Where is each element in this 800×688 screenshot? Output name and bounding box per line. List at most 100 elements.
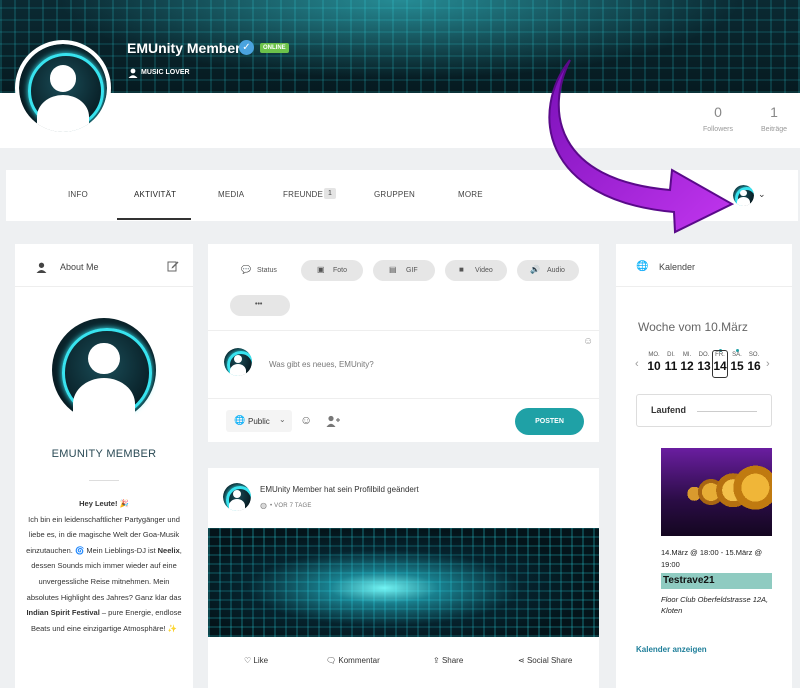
tab-info[interactable]: INFO <box>68 190 88 199</box>
social-share-label: Social Share <box>526 656 573 665</box>
name-divider <box>89 480 119 481</box>
day-date: 15 <box>730 359 744 373</box>
day-name: DO. <box>698 352 710 358</box>
day-date: 16 <box>747 359 761 373</box>
friends-count-badge: 1 <box>324 188 336 199</box>
like-label: Like <box>253 656 269 665</box>
speaker-icon: 🔊 <box>530 265 540 274</box>
event-name[interactable]: Testrave21 <box>661 573 772 589</box>
day-name: MO. <box>648 352 660 358</box>
calendar-day[interactable]: SA. 15 <box>729 352 745 373</box>
composer-tab-gif[interactable]: ▤ GIF <box>373 260 435 281</box>
calendar-day[interactable]: MO. 10 <box>646 352 662 373</box>
tab-freunde[interactable]: FREUNDE <box>283 190 323 199</box>
calendar-week-title: Woche vom 10.März <box>638 320 748 334</box>
about-bio: Hey Leute! 🎉 Ich bin ein leidenschaftlic… <box>22 496 186 636</box>
composer-tab-video[interactable]: ■ Video <box>445 260 507 281</box>
user-icon <box>128 68 138 78</box>
active-tab-indicator <box>117 218 191 220</box>
calendar-day[interactable]: MI. 12 <box>679 352 695 373</box>
heart-icon: ♡ <box>244 656 252 665</box>
privacy-select[interactable]: 🌐 Public ⌄ <box>226 410 292 432</box>
composer-avatar <box>224 348 252 376</box>
about-avatar <box>52 318 156 431</box>
calendar-day[interactable]: DI. 11 <box>663 352 679 373</box>
day-name: MI. <box>682 352 692 358</box>
about-me-title: About Me <box>60 262 99 272</box>
bio-greeting: Hey Leute! 🎉 <box>79 499 129 508</box>
feed-headline: EMUnity Member hat sein Profilbild geänd… <box>260 485 419 494</box>
verified-icon: ✓ <box>239 40 254 55</box>
like-button[interactable]: ♡ Like <box>244 656 268 665</box>
composer-tab-label: GIF <box>406 267 418 274</box>
tab-media[interactable]: MEDIA <box>218 190 244 199</box>
comment-label: Kommentar <box>338 656 380 665</box>
event-time: 14.März @ 18:00 - 15.März @ 19:00 <box>661 548 763 569</box>
event-image[interactable] <box>661 448 772 536</box>
event-filter[interactable]: Laufend <box>636 394 772 427</box>
day-date: 11 <box>664 359 678 373</box>
chevron-right-icon[interactable]: › <box>766 358 770 370</box>
divider <box>208 330 599 331</box>
bio-dj: Neelix <box>157 545 180 555</box>
composer-tab-label: Audio <box>547 267 565 274</box>
chevron-down-icon[interactable]: ⌄ <box>758 189 766 200</box>
member-type: MUSIC LOVER <box>141 69 190 76</box>
calendar-title: Kalender <box>659 262 696 272</box>
day-name: FR. <box>715 352 725 358</box>
photo-icon: ▣ <box>317 265 325 274</box>
composer-tab-foto[interactable]: ▣ Foto <box>301 260 363 281</box>
day-date: 14 <box>713 359 727 373</box>
calendar-day[interactable]: DO. 13 <box>696 352 712 373</box>
composer-input[interactable]: Was gibt es neues, EMUnity? <box>269 360 374 369</box>
composer-tab-label: Status <box>257 267 277 274</box>
composer-tab-label: Video <box>475 267 493 274</box>
profile-avatar[interactable] <box>15 40 111 136</box>
more-dots: ••• <box>255 301 263 308</box>
tab-gruppen[interactable]: GRUPPEN <box>374 190 415 199</box>
share-icon: ⇪ <box>433 656 440 665</box>
day-date: 10 <box>647 359 661 373</box>
day-date: 12 <box>680 359 694 373</box>
post-button[interactable]: POSTEN <box>515 408 584 435</box>
tab-more[interactable]: MORE <box>458 190 483 199</box>
chat-icon: 💬 <box>241 265 251 274</box>
curved-arrow-annotation <box>548 59 735 234</box>
posts-stat[interactable]: 1 Beiträge <box>756 104 792 133</box>
composer-tab-status[interactable]: 💬 Status <box>230 260 292 281</box>
share-label: Share <box>441 656 464 665</box>
day-name: SO. <box>748 352 760 358</box>
posts-label: Beiträge <box>760 126 788 133</box>
globe-icon: 🌐 <box>234 415 246 425</box>
social-share-button[interactable]: ⋖ Social Share <box>518 656 572 665</box>
feed-author-avatar[interactable] <box>223 483 251 511</box>
online-badge: ONLINE <box>260 43 289 53</box>
social-share-icon: ⋖ <box>518 656 525 665</box>
chevron-left-icon[interactable]: ‹ <box>635 358 639 370</box>
tab-aktivitaet[interactable]: AKTIVITÄT <box>134 190 176 199</box>
feed-image[interactable] <box>208 528 599 637</box>
divider <box>208 398 599 399</box>
composer-tab-audio[interactable]: 🔊 Audio <box>517 260 579 281</box>
user-icon <box>36 260 47 278</box>
feed-author[interactable]: EMUnity Member <box>260 485 322 494</box>
share-button[interactable]: ⇪ Share <box>433 656 463 665</box>
feed-time: • VOR 7 TAGE <box>270 503 312 509</box>
tag-user-icon[interactable] <box>326 414 340 432</box>
globe-icon: 🌐 <box>636 261 649 272</box>
chevron-down-icon: ⌄ <box>279 415 286 424</box>
calendar-link[interactable]: Kalender anzeigen <box>636 645 707 654</box>
calendar-day[interactable]: SO. 16 <box>746 352 762 373</box>
event-location: Floor Club Oberfeldstrasse 12A, Kloten <box>661 595 769 615</box>
comment-button[interactable]: 🗨 Kommentar <box>326 656 380 665</box>
emoji-icon[interactable]: ☺ <box>300 413 312 427</box>
day-date: 13 <box>697 359 711 373</box>
emoji-icon[interactable]: ☺ <box>583 336 593 347</box>
posts-count: 1 <box>770 104 778 120</box>
composer-more-button[interactable]: ••• <box>230 295 290 316</box>
privacy-value: Public <box>248 417 270 426</box>
globe-icon: ◍ <box>260 501 267 510</box>
about-member-name: EMUNITY MEMBER <box>51 448 157 460</box>
calendar-day-today[interactable]: FR. 14 <box>712 350 728 378</box>
edit-icon[interactable] <box>167 259 179 277</box>
